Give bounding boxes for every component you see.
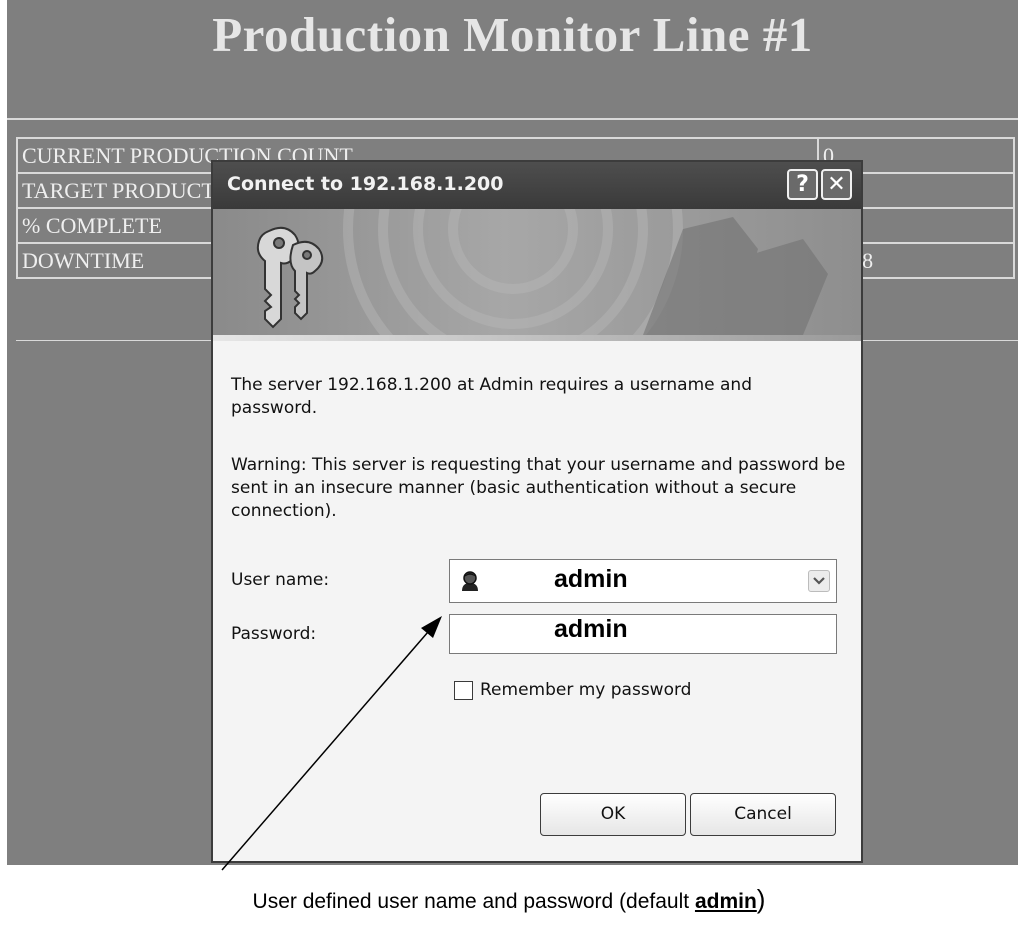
figure-caption: User defined user name and password (def…	[0, 884, 1018, 915]
caption-default-value: admin	[694, 890, 757, 913]
caption-suffix: )	[756, 884, 766, 914]
callout-arrow	[221, 616, 442, 871]
caption-text: User defined user name and password (def…	[252, 890, 695, 913]
